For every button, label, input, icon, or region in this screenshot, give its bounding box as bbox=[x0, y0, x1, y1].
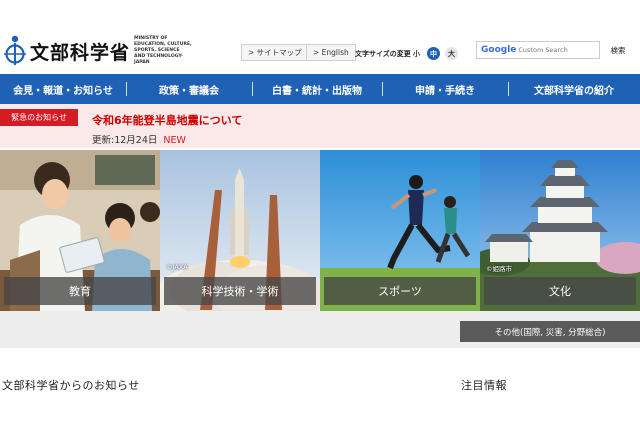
tile-education[interactable]: 教育 bbox=[0, 150, 160, 311]
search-placeholder: Custom Search bbox=[518, 46, 568, 54]
logo-title: 文部科学省 bbox=[30, 41, 131, 64]
logo-subtitle: MINISTRY OF EDUCATION, CULTURE, SPORTS, … bbox=[134, 36, 192, 65]
page: 文部科学省 MINISTRY OF EDUCATION, CULTURE, SP… bbox=[0, 0, 640, 426]
emergency-tag: 緊急のお知らせ bbox=[0, 109, 78, 126]
english-link[interactable]: > English bbox=[306, 44, 356, 61]
emergency-title-link[interactable]: 令和6年能登半島地震について bbox=[92, 112, 242, 128]
news-section-title: 文部科学省からのお知らせ bbox=[2, 379, 140, 392]
site-logo[interactable]: 文部科学省 MINISTRY OF EDUCATION, CULTURE, SP… bbox=[2, 34, 192, 68]
font-size-medium-button[interactable]: 中 bbox=[427, 47, 440, 60]
new-badge: NEW bbox=[163, 135, 186, 146]
nav-item-policy[interactable]: 政策・審議会 bbox=[126, 74, 252, 104]
nav-item-publications[interactable]: 白書・統計・出版物 bbox=[252, 74, 382, 104]
header: 文部科学省 MINISTRY OF EDUCATION, CULTURE, SP… bbox=[0, 0, 640, 74]
nav-item-applications[interactable]: 申請・手続き bbox=[382, 74, 508, 104]
search-button[interactable]: 検索 bbox=[600, 41, 636, 59]
google-logo: Google bbox=[481, 45, 517, 55]
nav-item-press[interactable]: 会見・報道・お知らせ bbox=[0, 74, 126, 104]
search-input[interactable]: Google Custom Search bbox=[476, 41, 600, 59]
emergency-notice: 緊急のお知らせ 令和6年能登半島地震について 更新:12月24日 NEW bbox=[0, 104, 640, 148]
other-categories-band: その他(国際, 災害, 分野総合) bbox=[0, 311, 640, 348]
other-categories-button[interactable]: その他(国際, 災害, 分野総合) bbox=[460, 321, 640, 342]
tile-label-sports: スポーツ bbox=[324, 277, 476, 305]
tile-science[interactable]: ©JAXA 科学技術・学術 bbox=[160, 150, 320, 311]
featured-section-title: 注目情報 bbox=[461, 379, 507, 392]
tile-label-culture: 文化 bbox=[484, 277, 636, 305]
nav-item-about[interactable]: 文部科学省の紹介 bbox=[508, 74, 640, 104]
global-nav: 会見・報道・お知らせ 政策・審議会 白書・統計・出版物 申請・手続き 文部科学省… bbox=[0, 74, 640, 104]
update-date: 更新:12月24日 bbox=[92, 135, 158, 146]
font-size-label: 文字サイズの変更 bbox=[355, 50, 411, 58]
tile-label-education: 教育 bbox=[4, 277, 156, 305]
font-size-large-button[interactable]: 大 bbox=[445, 47, 458, 60]
himeji-credit: ©姫路市 bbox=[486, 265, 512, 273]
tile-sports[interactable]: スポーツ bbox=[320, 150, 480, 311]
tile-culture[interactable]: ©姫路市 文化 bbox=[480, 150, 640, 311]
jaxa-credit: ©JAXA bbox=[166, 263, 188, 271]
emergency-update: 更新:12月24日 NEW bbox=[92, 132, 186, 146]
category-tiles: 教育 ©JAXA 科学技術・学術 スポーツ ©姫路市 文化 bbox=[0, 150, 640, 311]
sitemap-link[interactable]: > サイトマップ bbox=[241, 44, 309, 61]
ministry-emblem-icon bbox=[2, 35, 28, 67]
font-size-small-button[interactable]: 小 bbox=[410, 47, 423, 60]
tile-label-science: 科学技術・学術 bbox=[164, 277, 316, 305]
